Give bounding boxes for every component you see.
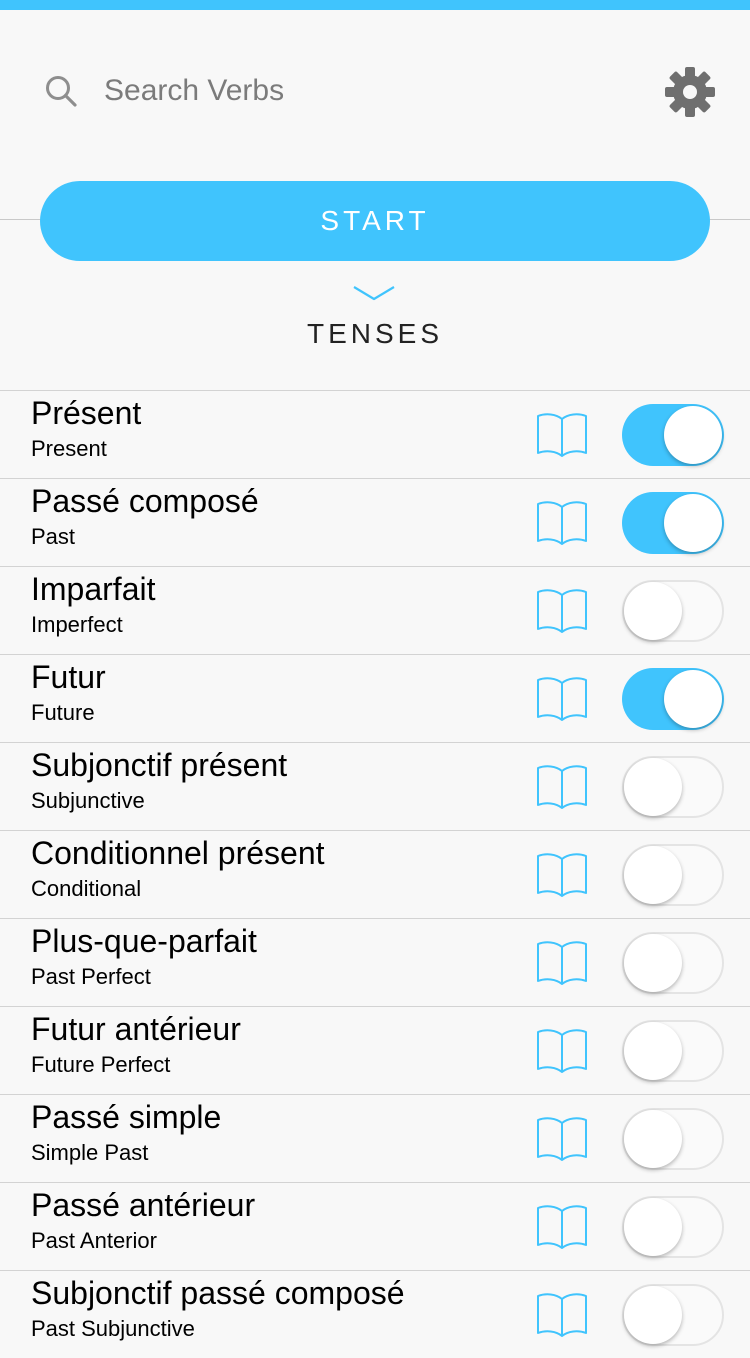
- tense-subtitle: Past: [31, 524, 76, 549]
- chevron-down-icon[interactable]: [352, 284, 396, 302]
- tense-toggle[interactable]: [622, 1020, 724, 1082]
- tense-toggle[interactable]: [622, 404, 724, 466]
- toggle-knob: [624, 582, 682, 640]
- tense-subtitle: Future: [31, 700, 95, 725]
- tense-row: Futur Future: [0, 654, 750, 742]
- tense-row: Passé composé Past: [0, 478, 750, 566]
- book-icon[interactable]: [536, 939, 588, 985]
- book-icon[interactable]: [536, 499, 588, 545]
- search-icon: [46, 76, 77, 107]
- tense-row: Subjonctif passé composé Past Subjunctiv…: [0, 1270, 750, 1358]
- book-icon[interactable]: [536, 1291, 588, 1337]
- tense-toggle[interactable]: [622, 580, 724, 642]
- tense-subtitle: Present: [31, 436, 107, 461]
- toggle-knob: [624, 1110, 682, 1168]
- tense-row: Conditionnel présent Conditional: [0, 830, 750, 918]
- tense-subtitle: Simple Past: [31, 1140, 149, 1165]
- tense-row: Futur antérieur Future Perfect: [0, 1006, 750, 1094]
- tense-toggle[interactable]: [622, 1108, 724, 1170]
- tense-row: Passé simple Simple Past: [0, 1094, 750, 1182]
- book-icon[interactable]: [536, 851, 588, 897]
- tense-title: Présent: [31, 395, 142, 431]
- tense-toggle[interactable]: [622, 1284, 724, 1346]
- tense-row: Imparfait Imperfect: [0, 566, 750, 654]
- tense-toggle[interactable]: [622, 844, 724, 906]
- tense-title: Conditionnel présent: [31, 835, 325, 871]
- book-icon[interactable]: [536, 587, 588, 633]
- tense-row: Présent Present: [0, 390, 750, 478]
- tense-title: Subjonctif passé composé: [31, 1275, 405, 1311]
- tense-toggle[interactable]: [622, 756, 724, 818]
- book-icon[interactable]: [536, 1027, 588, 1073]
- tense-subtitle: Imperfect: [31, 612, 123, 637]
- search-input[interactable]: [104, 68, 624, 114]
- tense-title: Imparfait: [31, 571, 156, 607]
- tense-subtitle: Past Subjunctive: [31, 1316, 195, 1341]
- tense-title: Passé simple: [31, 1099, 222, 1135]
- tense-toggle[interactable]: [622, 1196, 724, 1258]
- toggle-knob: [624, 1286, 682, 1344]
- tense-subtitle: Past Anterior: [31, 1228, 157, 1253]
- tense-title: Subjonctif présent: [31, 747, 288, 783]
- status-bar-accent: [0, 0, 750, 10]
- toggle-knob: [624, 934, 682, 992]
- tense-title: Plus-que-parfait: [31, 923, 257, 959]
- tense-subtitle: Subjunctive: [31, 788, 145, 813]
- tense-row: Subjonctif présent Subjunctive: [0, 742, 750, 830]
- tense-row: Plus-que-parfait Past Perfect: [0, 918, 750, 1006]
- toggle-knob: [624, 758, 682, 816]
- toggle-knob: [624, 846, 682, 904]
- toggle-knob: [664, 670, 722, 728]
- toggle-knob: [664, 406, 722, 464]
- section-title: TENSES: [306, 318, 444, 349]
- toggle-knob: [664, 494, 722, 552]
- book-icon[interactable]: [536, 763, 588, 809]
- tense-subtitle: Future Perfect: [31, 1052, 171, 1077]
- tense-toggle[interactable]: [622, 668, 724, 730]
- tense-toggle[interactable]: [622, 932, 724, 994]
- start-button[interactable]: START: [40, 181, 710, 261]
- tense-subtitle: Past Perfect: [31, 964, 151, 989]
- tense-subtitle: Conditional: [31, 876, 142, 901]
- tense-list: Présent Present Passé composé Past Impar…: [0, 390, 750, 1358]
- tense-row: Passé antérieur Past Anterior: [0, 1182, 750, 1270]
- book-icon[interactable]: [536, 1203, 588, 1249]
- toggle-knob: [624, 1022, 682, 1080]
- tense-toggle[interactable]: [622, 492, 724, 554]
- tense-title: Passé composé: [31, 483, 259, 519]
- book-icon[interactable]: [536, 411, 588, 457]
- tense-title: Futur: [31, 659, 106, 695]
- book-icon[interactable]: [536, 1115, 588, 1161]
- toggle-knob: [624, 1198, 682, 1256]
- book-icon[interactable]: [536, 675, 588, 721]
- tense-title: Passé antérieur: [31, 1187, 256, 1223]
- gear-icon[interactable]: [664, 66, 716, 118]
- search-bar: [0, 10, 750, 170]
- tense-title: Futur antérieur: [31, 1011, 241, 1047]
